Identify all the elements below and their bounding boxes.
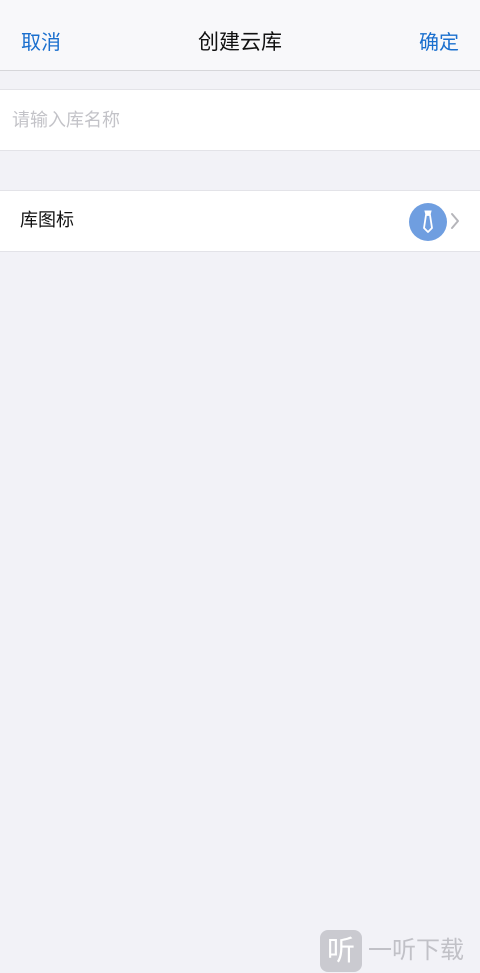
library-name-input[interactable] xyxy=(12,90,462,150)
library-name-row xyxy=(0,89,480,151)
confirm-button[interactable]: 确定 xyxy=(419,28,459,56)
navigation-bar: 取消 创建云库 确定 xyxy=(0,0,480,71)
tie-icon xyxy=(423,210,433,233)
watermark-logo: 听 xyxy=(320,930,362,972)
library-icon-label: 库图标 xyxy=(20,210,74,231)
watermark: 听 一听下载 xyxy=(320,928,480,973)
page-title: 创建云库 xyxy=(198,30,282,54)
chevron-right-icon xyxy=(450,212,460,234)
library-icon-row[interactable]: 库图标 xyxy=(0,190,480,252)
library-icon-badge[interactable] xyxy=(409,203,447,241)
watermark-text: 一听下载 xyxy=(368,936,464,964)
